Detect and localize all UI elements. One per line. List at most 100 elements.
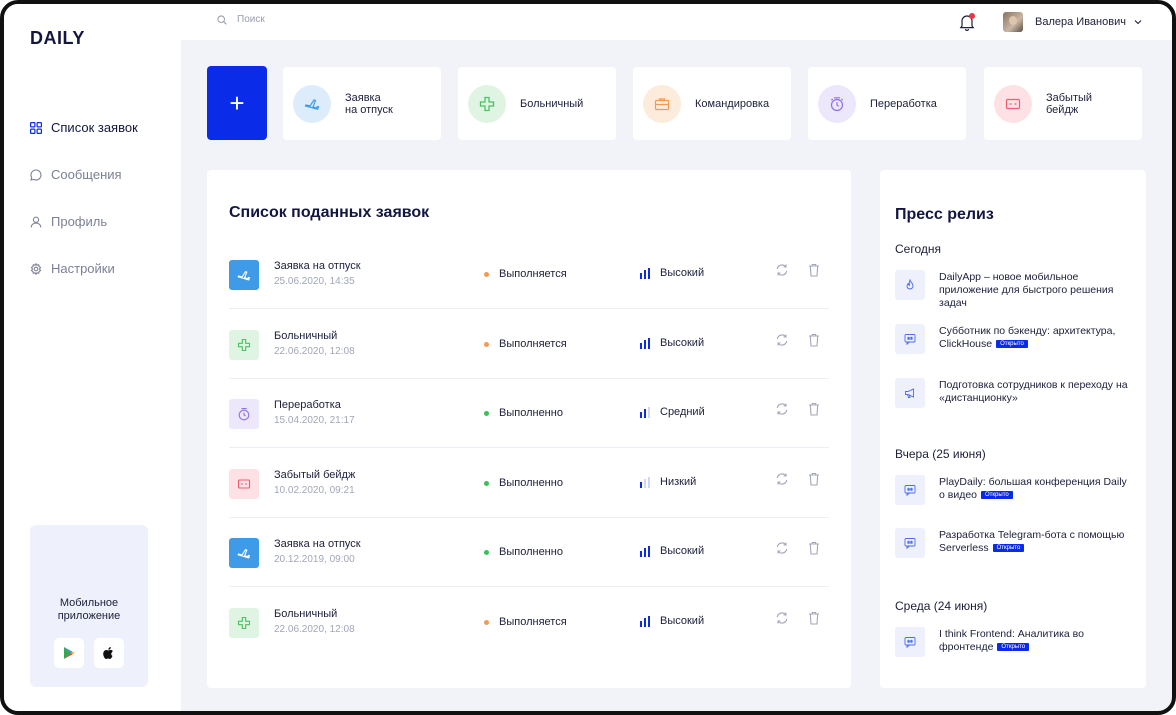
priority-bars-icon (640, 476, 652, 488)
trash-icon[interactable] (808, 472, 820, 486)
refresh-icon[interactable] (775, 472, 789, 486)
google-play-button[interactable] (54, 638, 84, 668)
request-date: 22.06.2020, 12:08 (274, 346, 355, 357)
trash-icon[interactable] (808, 333, 820, 347)
app-logo[interactable]: DAILY (30, 28, 85, 49)
press-item[interactable]: I think Frontend: Аналитика во фронтенде… (895, 627, 1135, 657)
sidebar-item-profile[interactable]: Профиль (30, 198, 138, 245)
sidebar-nav: Список заявок Сообщения Профиль Настройк… (30, 104, 138, 292)
priority-label: Высокий (660, 545, 705, 557)
priority-bars-icon (640, 267, 652, 279)
status-label: Выполненно (499, 477, 563, 489)
requests-title: Список поданных заявок (229, 204, 430, 221)
sidebar-item-requests[interactable]: Список заявок (30, 104, 138, 151)
press-section-title: Среда (24 июня) (895, 599, 988, 613)
request-title[interactable]: Заявка на отпуск (274, 538, 361, 550)
tile-business-trip[interactable]: Командировка (633, 67, 791, 140)
trash-icon[interactable] (808, 402, 820, 416)
press-item[interactable]: PlayDaily: большая конференция Daily о в… (895, 475, 1135, 505)
press-item-title: Подготовка сотрудников к переходу на «ди… (939, 379, 1128, 404)
status-badge: Выполненно (484, 407, 563, 419)
add-request-button[interactable]: + (207, 66, 267, 140)
trash-icon[interactable] (808, 611, 820, 625)
status-dot (484, 410, 489, 416)
refresh-icon[interactable] (775, 611, 789, 625)
request-row[interactable]: Забытый бейдж 10.02.2020, 09:21 Выполнен… (229, 449, 829, 518)
press-item[interactable]: Субботник по бэкенду: архитектура, Click… (895, 324, 1135, 354)
user-menu[interactable]: Валера Иванович (1003, 12, 1142, 32)
press-item[interactable]: Подготовка сотрудников к переходу на «ди… (895, 378, 1135, 408)
priority-bars-icon (640, 545, 652, 557)
priority-label: Высокий (660, 337, 705, 349)
tile-label: Командировка (695, 97, 770, 110)
app-store-button[interactable] (94, 638, 124, 668)
search-placeholder: Поиск (237, 14, 265, 25)
refresh-icon[interactable] (775, 402, 789, 416)
tile-label: Заявка на отпуск (345, 91, 393, 116)
request-title[interactable]: Переработка (274, 399, 341, 411)
tile-vacation[interactable]: Заявка на отпуск (283, 67, 441, 140)
apple-icon (103, 647, 113, 660)
mobile-app-card: Мобильное приложение (30, 525, 148, 687)
priority-indicator: Высокий (640, 615, 704, 627)
press-item[interactable]: DailyApp – новое мобильное приложение дл… (895, 270, 1135, 310)
status-label: Выполняется (499, 338, 567, 350)
tile-overtime[interactable]: Переработка (808, 67, 966, 140)
press-item[interactable]: Разработка Telegram-бота с помощью Serve… (895, 528, 1135, 558)
priority-label: Средний (660, 406, 705, 418)
request-title[interactable]: Больничный (274, 330, 337, 342)
status-badge: Выполненно (484, 477, 563, 489)
tile-sick-leave[interactable]: Больничный (458, 67, 616, 140)
sidebar-item-label: Настройки (51, 261, 115, 276)
status-badge: Выполняется (484, 616, 567, 628)
sidebar-item-settings[interactable]: Настройки (30, 245, 138, 292)
plane-icon (293, 84, 331, 123)
search-icon (217, 14, 227, 25)
request-row[interactable]: Заявка на отпуск 20.12.2019, 09:00 Выпол… (229, 518, 829, 587)
request-row[interactable]: Больничный 22.06.2020, 12:08 Выполняется… (229, 310, 829, 379)
press-item-text: I think Frontend: Аналитика во фронтенде… (939, 627, 1135, 654)
mobile-app-title: Мобильное приложение (57, 597, 121, 622)
request-title[interactable]: Больничный (274, 608, 337, 620)
trash-icon[interactable] (808, 263, 820, 277)
status-dot (484, 549, 489, 555)
press-item-title: Разработка Telegram-бота с помощью Serve… (939, 529, 1125, 554)
press-item-title: DailyApp – новое мобильное приложение дл… (939, 271, 1114, 309)
message-icon (895, 475, 925, 505)
request-title[interactable]: Заявка на отпуск (274, 260, 361, 272)
request-row[interactable]: Переработка 15.04.2020, 21:17 Выполненно… (229, 379, 829, 448)
priority-indicator: Низкий (640, 476, 696, 488)
request-row[interactable]: Заявка на отпуск 25.06.2020, 14:35 Выпол… (229, 240, 829, 309)
user-icon (30, 216, 42, 228)
message-icon (895, 324, 925, 354)
notifications-button[interactable] (959, 13, 975, 31)
megaphone-icon (895, 378, 925, 408)
request-date: 25.06.2020, 14:35 (274, 276, 355, 287)
status-dot (484, 271, 489, 277)
refresh-icon[interactable] (775, 333, 789, 347)
press-item-text: Разработка Telegram-бота с помощью Serve… (939, 528, 1135, 555)
priority-label: Высокий (660, 615, 705, 627)
chevron-down-icon (1134, 20, 1142, 25)
briefcase-icon (643, 84, 681, 123)
sidebar-item-messages[interactable]: Сообщения (30, 151, 138, 198)
app-window: DAILY Список заявок Сообщения Профиль На… (0, 0, 1176, 715)
cross-icon (229, 608, 259, 638)
open-badge: Открыто (997, 643, 1030, 652)
clock-icon (818, 84, 856, 123)
tile-label: Переработка (870, 97, 937, 110)
request-title[interactable]: Забытый бейдж (274, 469, 355, 481)
priority-label: Низкий (660, 476, 697, 488)
sidebar-item-label: Профиль (51, 214, 108, 229)
search-input[interactable]: Поиск (217, 14, 265, 25)
request-row[interactable]: Больничный 22.06.2020, 12:08 Выполняется… (229, 588, 829, 657)
tile-forgotten-badge[interactable]: Забытый бейдж (984, 67, 1142, 140)
refresh-icon[interactable] (775, 541, 789, 555)
press-item-text: Субботник по бэкенду: архитектура, Click… (939, 324, 1135, 351)
status-dot (484, 480, 489, 486)
trash-icon[interactable] (808, 541, 820, 555)
badge-card-icon (229, 469, 259, 499)
press-item-text: PlayDaily: большая конференция Daily о в… (939, 475, 1135, 502)
press-section-title: Сегодня (895, 242, 941, 256)
refresh-icon[interactable] (775, 263, 789, 277)
